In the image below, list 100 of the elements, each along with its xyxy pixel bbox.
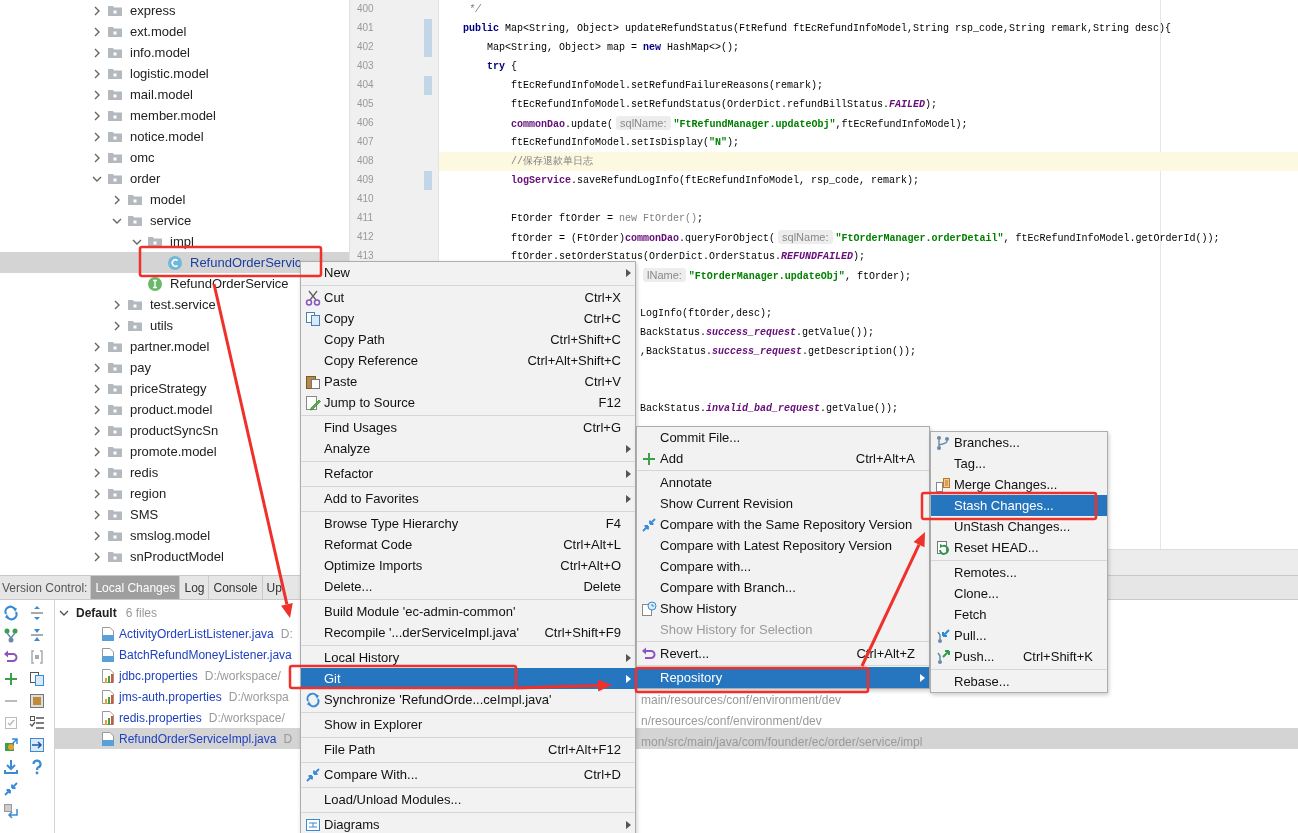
chevron-right-icon[interactable] <box>92 383 102 394</box>
menu-item[interactable]: Copy Reference Ctrl+Alt+Shift+C <box>301 350 635 371</box>
chevron-right-icon[interactable] <box>92 425 102 436</box>
checkbox-icon[interactable] <box>3 715 19 731</box>
chevron-right-icon[interactable] <box>92 467 102 478</box>
shelf-icon[interactable] <box>3 737 19 753</box>
chevron-right-icon[interactable] <box>92 131 102 142</box>
chevron-right-icon[interactable] <box>92 341 102 352</box>
tree-item[interactable]: promote.model <box>130 444 217 459</box>
menu-item[interactable]: Commit File... <box>637 427 929 448</box>
checklist-icon[interactable] <box>29 715 45 731</box>
file-name[interactable]: jms-auth.properties <box>119 689 222 704</box>
tree-item[interactable]: express <box>130 3 176 18</box>
tree-item[interactable]: order <box>130 171 161 186</box>
menu-item[interactable]: Paste Ctrl+V <box>301 371 635 392</box>
tree-item[interactable]: mail.model <box>130 87 193 102</box>
chevron-right-icon[interactable] <box>112 299 122 310</box>
chip-icon[interactable] <box>29 693 45 709</box>
branch-icon[interactable] <box>3 627 19 643</box>
tree-item[interactable]: snProductModel <box>130 549 224 564</box>
chevron-right-icon[interactable] <box>112 194 122 205</box>
tree-item[interactable]: service <box>150 213 192 228</box>
file-name[interactable]: jdbc.properties <box>119 668 198 683</box>
tree-item[interactable]: redis <box>130 465 159 480</box>
download-icon[interactable] <box>3 759 19 775</box>
menu-item[interactable]: Clone... <box>931 583 1107 604</box>
file-name[interactable]: RefundOrderServiceImpl.java <box>119 731 277 746</box>
swap-icon[interactable] <box>3 803 19 819</box>
tree-item[interactable]: productSyncSn <box>130 423 219 438</box>
tree-item[interactable]: product.model <box>130 402 213 417</box>
menu-item[interactable]: Reset HEAD... <box>931 537 1107 558</box>
menu-item[interactable]: Analyze <box>301 438 635 459</box>
tree-item[interactable]: notice.model <box>130 129 204 144</box>
menu-item[interactable]: Show in Explorer <box>301 714 635 735</box>
chevron-right-icon[interactable] <box>92 488 102 499</box>
menu-item[interactable]: Add to Favorites <box>301 488 635 509</box>
chevron-right-icon[interactable] <box>92 509 102 520</box>
menu-item[interactable]: Delete... Delete <box>301 576 635 597</box>
tree-item[interactable]: omc <box>130 150 155 165</box>
tree-item[interactable]: RefundOrderServic <box>190 255 302 270</box>
tree-item[interactable]: utils <box>150 318 174 333</box>
tree-item[interactable]: member.model <box>130 108 216 123</box>
menu-item[interactable]: Browse Type Hierarchy F4 <box>301 513 635 534</box>
menu-item[interactable]: Compare with Branch... <box>637 577 929 598</box>
expand-all-icon[interactable] <box>29 605 45 621</box>
chevron-right-icon[interactable] <box>92 110 102 121</box>
tree-item[interactable]: partner.model <box>130 339 210 354</box>
chevron-right-icon[interactable] <box>92 152 102 163</box>
undo-icon[interactable] <box>3 649 19 665</box>
menu-item[interactable]: Reformat Code Ctrl+Alt+L <box>301 534 635 555</box>
menu-item[interactable]: Annotate <box>637 472 929 493</box>
menu-item[interactable]: Local History <box>301 647 635 668</box>
tree-item[interactable]: test.service <box>150 297 216 312</box>
menu-item[interactable]: Rebase... <box>931 671 1107 692</box>
menu-item[interactable]: Remotes... <box>931 562 1107 583</box>
menu-item[interactable]: Copy Ctrl+C <box>301 308 635 329</box>
menu-item[interactable]: Copy Path Ctrl+Shift+C <box>301 329 635 350</box>
tree-item[interactable]: logistic.model <box>130 66 209 81</box>
chevron-right-icon[interactable] <box>92 89 102 100</box>
file-name[interactable]: redis.properties <box>119 710 202 725</box>
menu-item[interactable]: Stash Changes... <box>931 495 1107 516</box>
menu-item[interactable]: Refactor <box>301 463 635 484</box>
menu-item[interactable]: Load/Unload Modules... <box>301 789 635 810</box>
menu-item[interactable]: Compare With... Ctrl+D <box>301 764 635 785</box>
menu-item[interactable]: Pull... <box>931 625 1107 646</box>
chevron-right-icon[interactable] <box>92 5 102 16</box>
menu-item[interactable]: Diagrams <box>301 814 635 833</box>
menu-item[interactable]: Compare with... <box>637 556 929 577</box>
menu-item[interactable]: Cut Ctrl+X <box>301 287 635 308</box>
menu-item[interactable]: Tag... <box>931 453 1107 474</box>
compare-arrows-icon[interactable] <box>3 781 19 797</box>
menu-item[interactable]: UnStash Changes... <box>931 516 1107 537</box>
chevron-right-icon[interactable] <box>92 530 102 541</box>
menu-item[interactable]: Branches... <box>931 432 1107 453</box>
file-name[interactable]: ActivityOrderListListener.java <box>119 626 274 641</box>
menu-item[interactable]: Jump to Source F12 <box>301 392 635 413</box>
tree-item[interactable]: priceStrategy <box>130 381 207 396</box>
tree-item[interactable]: region <box>130 486 167 501</box>
tree-item[interactable]: info.model <box>130 45 190 60</box>
chevron-right-icon[interactable] <box>112 320 122 331</box>
chevron-right-icon[interactable] <box>92 551 102 562</box>
tree-item[interactable]: pay <box>130 360 151 375</box>
menu-item[interactable]: Optimize Imports Ctrl+Alt+O <box>301 555 635 576</box>
menu-item[interactable]: Fetch <box>931 604 1107 625</box>
menu-item[interactable]: Synchronize 'RefundOrde...ceImpl.java' <box>301 689 635 710</box>
chevron-right-icon[interactable] <box>92 47 102 58</box>
menu-item[interactable]: Compare with Latest Repository Version <box>637 535 929 556</box>
menu-item[interactable]: Merge Changes... <box>931 474 1107 495</box>
menu-item[interactable]: File Path Ctrl+Alt+F12 <box>301 739 635 760</box>
tree-item[interactable]: impl <box>170 234 194 249</box>
changelist-name[interactable]: Default <box>76 605 117 620</box>
help-icon[interactable] <box>29 759 45 775</box>
chevron-right-icon[interactable] <box>92 26 102 37</box>
menu-item[interactable]: Compare with the Same Repository Version <box>637 514 929 535</box>
plus-icon[interactable] <box>3 671 19 687</box>
tree-item[interactable]: model <box>150 192 186 207</box>
tree-item[interactable]: SMS <box>130 507 159 522</box>
chevron-right-icon[interactable] <box>92 404 102 415</box>
menu-item[interactable]: Repository <box>637 667 929 688</box>
chevron-right-icon[interactable] <box>92 362 102 373</box>
